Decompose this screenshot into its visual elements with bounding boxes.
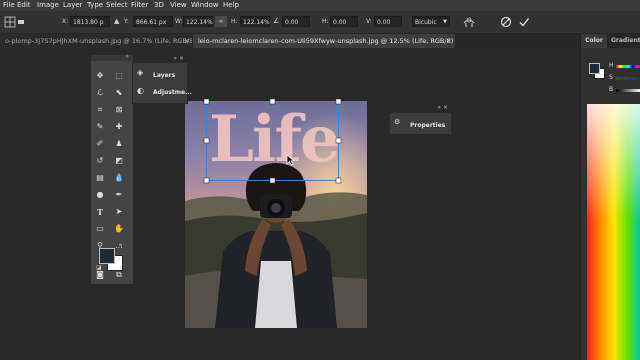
menu-edit[interactable]: Edit (17, 0, 31, 11)
tab-document-2-close-icon[interactable]: × (446, 34, 452, 48)
blur-tool-icon[interactable]: 💧 (113, 172, 125, 184)
lasso-tool-icon[interactable]: ℒ (94, 87, 106, 99)
adjustments-panel-label[interactable]: Adjustme... (153, 89, 192, 96)
menu-3d[interactable]: 3D (154, 0, 164, 11)
y-label: Y: (124, 18, 129, 25)
menu-view[interactable]: View (170, 0, 187, 11)
collapse-icon[interactable]: » (125, 53, 129, 60)
menu-window[interactable]: Window (191, 0, 219, 11)
document-tabs: o-plomp-3J7S7pHJhXM-unsplash.jpg @ 16.7%… (0, 34, 580, 48)
properties-collapse-icon[interactable]: » × (437, 104, 448, 111)
tab-document-1-close-icon[interactable]: × (184, 34, 190, 48)
w-field[interactable]: 122.14% (183, 16, 213, 27)
tab-gradients[interactable]: Gradients (611, 34, 640, 48)
tab-document-1-label: o-plomp-3J7S7pHJhXM-unsplash.jpg @ 16.7%… (5, 37, 192, 45)
menu-layer[interactable]: Layer (63, 0, 83, 11)
menu-file[interactable]: File (3, 0, 15, 11)
color-spectrum[interactable] (587, 104, 640, 360)
reference-point-icon[interactable] (4, 16, 26, 28)
history-brush-tool-icon[interactable]: ↺ (94, 155, 106, 167)
warp-icon[interactable] (462, 15, 476, 29)
swap-colors-icon[interactable]: ↰ (118, 243, 123, 250)
menu-type[interactable]: Type (87, 0, 103, 11)
delta-icon[interactable]: ▲ (114, 16, 119, 27)
color-panel-fg-swatch[interactable] (589, 63, 600, 74)
crop-tool-icon[interactable]: ⌗ (94, 104, 106, 116)
cancel-transform-icon[interactable] (500, 16, 512, 28)
hskew-field[interactable]: 0.00 (330, 16, 358, 27)
hue-slider[interactable] (616, 65, 640, 68)
eyedropper-tool-icon[interactable]: ✎ (94, 121, 106, 133)
tab-document-2[interactable]: leio-mclaren-leiomclaren-com-UIi59Xfwyw-… (193, 34, 455, 48)
quick-mask-icon[interactable]: ◙ (94, 269, 106, 281)
saturation-slider[interactable] (616, 77, 640, 80)
hand-tool-icon[interactable]: ✋ (113, 223, 125, 235)
interpolation-value: Bicubic (415, 19, 437, 26)
brightness-slider[interactable] (616, 89, 640, 92)
frame-tool-icon[interactable]: ⊠ (113, 104, 125, 116)
pen-tool-icon[interactable]: ✒ (113, 189, 125, 201)
color-panel: Color Gradients H S B (580, 34, 640, 360)
x-label: X: (62, 18, 69, 25)
layers-panel-label[interactable]: Layers (153, 72, 175, 79)
cursor-icon (286, 154, 295, 166)
type-tool-icon[interactable]: T (94, 206, 106, 218)
properties-icon: ⚙ (394, 118, 401, 126)
commit-transform-icon[interactable] (518, 16, 530, 28)
foreground-color-swatch[interactable] (99, 248, 115, 264)
move-tool-icon[interactable]: ✥ (94, 70, 106, 82)
rectangle-tool-icon[interactable]: ▭ (94, 223, 106, 235)
menu-help[interactable]: Help (223, 0, 239, 11)
dodge-tool-icon[interactable]: ● (94, 189, 106, 201)
screen-mode-icon[interactable]: ⧉ (113, 269, 125, 281)
brightness-label: B (609, 86, 614, 93)
hskew-label: H: (322, 18, 329, 25)
vskew-label: V: (366, 18, 372, 25)
hue-label: H (609, 62, 614, 69)
menu-bar: File Edit Image Layer Type Select Filter… (0, 0, 640, 11)
healing-brush-tool-icon[interactable]: ✚ (113, 121, 125, 133)
tab-document-2-label: leio-mclaren-leiomclaren-com-UIi59Xfwyw-… (198, 37, 455, 45)
panel-collapse-icon[interactable]: » × (173, 55, 184, 62)
y-field[interactable]: 866.61 px (133, 16, 173, 27)
layers-adjustments-panel: » × ◈ Layers ◐ Adjustme... (132, 55, 192, 104)
link-icon[interactable]: ∞ (215, 16, 227, 27)
x-field[interactable]: 1813.80 p (70, 16, 110, 27)
quick-select-tool-icon[interactable]: ⬉ (113, 87, 125, 99)
saturation-label: S (609, 74, 613, 81)
h-field[interactable]: 122.14% (240, 16, 270, 27)
gradient-tool-icon[interactable]: ▤ (94, 172, 106, 184)
tab-color[interactable]: Color (581, 34, 607, 48)
adjustments-icon: ◐ (137, 86, 144, 95)
brush-tool-icon[interactable]: ✐ (94, 138, 106, 150)
clone-stamp-tool-icon[interactable]: ♟ (113, 138, 125, 150)
vskew-field[interactable]: 0.00 (374, 16, 402, 27)
properties-panel-label[interactable]: Properties (410, 122, 445, 129)
tools-panel: » ✥ ⬚ ℒ ⬉ ⌗ ⊠ ✎ ✚ ✐ ♟ ↺ ◩ ▤ 💧 ● ✒ T ➤ ▭ … (90, 53, 134, 285)
path-selection-tool-icon[interactable]: ➤ (113, 206, 125, 218)
menu-select[interactable]: Select (106, 0, 128, 11)
angle-icon: ∠ (273, 17, 280, 25)
menu-filter[interactable]: Filter (131, 0, 148, 11)
marquee-tool-icon[interactable]: ⬚ (113, 70, 125, 82)
chevron-down-icon: ▼ (443, 19, 447, 25)
tools-panel-header[interactable]: » (91, 53, 133, 61)
tab-document-1[interactable]: o-plomp-3J7S7pHJhXM-unsplash.jpg @ 16.7%… (0, 34, 192, 48)
menu-image[interactable]: Image (37, 0, 59, 11)
options-bar: X: 1813.80 p ▲ Y: 866.61 px W: 122.14% ∞… (0, 11, 640, 34)
eraser-tool-icon[interactable]: ◩ (113, 155, 125, 167)
transform-bounding-box[interactable] (200, 96, 350, 190)
interpolation-select[interactable]: Bicubic ▼ (412, 16, 450, 27)
angle-field[interactable]: 0.00 (282, 16, 310, 27)
h-label: H: (231, 18, 238, 25)
w-label: W: (175, 18, 183, 25)
layers-icon: ◈ (137, 68, 144, 77)
properties-panel: » × ⚙ Properties (389, 104, 452, 135)
